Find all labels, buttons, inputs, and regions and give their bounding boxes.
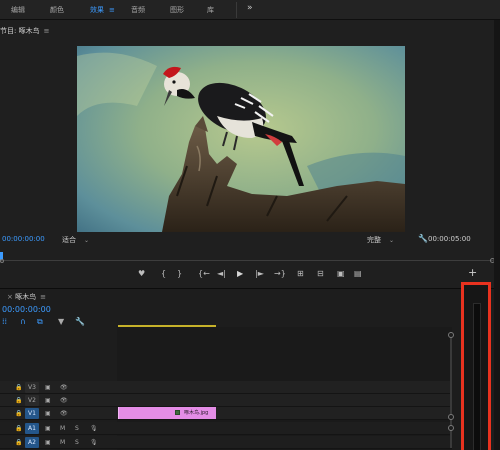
program-scrub-bar[interactable] bbox=[0, 252, 500, 266]
snap-icon[interactable]: ⁞⁞ bbox=[2, 317, 7, 326]
lock-icon[interactable]: 🔒 bbox=[15, 423, 22, 434]
eye-icon[interactable]: 👁 bbox=[60, 408, 68, 419]
lock-icon[interactable]: 🔒 bbox=[15, 408, 22, 419]
program-duration-timecode: 00:00:05:00 bbox=[428, 235, 471, 243]
track-row-a1: 🔒 A1 ▣ M S 🎙 bbox=[0, 422, 452, 435]
tab-color[interactable]: 颜色 bbox=[50, 5, 64, 15]
eye-icon[interactable]: 👁 bbox=[60, 382, 68, 393]
eye-icon[interactable]: 👁 bbox=[60, 395, 68, 406]
wrench-icon[interactable]: 🔧 bbox=[418, 234, 428, 243]
step-forward-icon[interactable]: |► bbox=[255, 268, 264, 280]
program-menu-icon[interactable]: ≡ bbox=[44, 27, 50, 35]
film-icon[interactable]: ▣ bbox=[45, 395, 51, 406]
camera-icon[interactable]: ▣ bbox=[337, 268, 345, 280]
track-target-v2[interactable]: V2 bbox=[25, 395, 39, 406]
tab-audio[interactable]: 音频 bbox=[131, 5, 145, 15]
mark-out-icon[interactable]: } bbox=[177, 268, 182, 280]
mic-icon[interactable]: 🎙 bbox=[90, 437, 98, 448]
link-icon[interactable]: ∩ bbox=[20, 317, 26, 326]
track-row-v1: 🔒 V1 ▣ 👁 bbox=[0, 407, 452, 420]
transport-controls: ♥ { } {← ◄| ▶ |► →} ⊞ ⊟ ▣ ▤ + bbox=[0, 266, 500, 282]
tab-edit[interactable]: 编辑 bbox=[11, 5, 25, 15]
play-icon[interactable]: ▶ bbox=[237, 268, 243, 280]
track-row-v2: 🔒 V2 ▣ 👁 bbox=[0, 394, 452, 407]
film-icon[interactable]: ▣ bbox=[45, 408, 51, 419]
mic-icon[interactable]: 🎙 bbox=[90, 423, 98, 434]
zoom-handle-bottom[interactable] bbox=[448, 425, 454, 431]
work-area-bar[interactable] bbox=[118, 325, 216, 327]
track-target-a1[interactable]: A1 bbox=[25, 423, 39, 434]
audio-meter[interactable] bbox=[473, 303, 481, 450]
film-icon[interactable]: ▣ bbox=[45, 382, 51, 393]
program-monitor: 节目: 啄木鸟 ≡ 00:00:00:00 适合 ⌄ 完整 ⌄ 🔧 00:00:… bbox=[0, 20, 500, 288]
tab-graphics[interactable]: 图形 bbox=[170, 5, 184, 15]
extract-icon[interactable]: ⊟ bbox=[317, 268, 324, 280]
compare-icon[interactable]: ▤ bbox=[354, 268, 362, 280]
quality-dropdown[interactable]: 完整 ⌄ bbox=[367, 235, 394, 245]
program-title[interactable]: 节目: 啄木鸟 bbox=[0, 27, 40, 35]
tab-libraries[interactable]: 库 bbox=[207, 5, 214, 15]
program-title-bar: 节目: 啄木鸟 ≡ bbox=[0, 26, 49, 36]
add-marker-icon[interactable]: ♥ bbox=[138, 268, 145, 280]
zoom-handle-mid[interactable] bbox=[448, 414, 454, 420]
settings-wrench-icon[interactable]: 🔧 bbox=[75, 317, 85, 326]
tab-effects[interactable]: 效果 ≡ bbox=[90, 5, 115, 15]
film-icon[interactable]: ▣ bbox=[45, 423, 51, 434]
program-current-timecode[interactable]: 00:00:00:00 bbox=[2, 235, 45, 243]
track-target-v3[interactable]: V3 bbox=[25, 382, 39, 393]
mute-button[interactable]: M bbox=[60, 423, 65, 434]
track-target-a2[interactable]: A2 bbox=[25, 437, 39, 448]
tab-divider bbox=[236, 2, 237, 18]
step-back-icon[interactable]: ◄| bbox=[217, 268, 226, 280]
lock-icon[interactable]: 🔒 bbox=[15, 382, 22, 393]
go-to-out-icon[interactable]: →} bbox=[274, 268, 286, 280]
lock-icon[interactable]: 🔒 bbox=[15, 437, 22, 448]
track-row-v3: 🔒 V3 ▣ 👁 bbox=[0, 381, 452, 394]
timeline-vertical-zoom[interactable] bbox=[448, 332, 454, 448]
solo-button[interactable]: S bbox=[75, 437, 79, 448]
more-workspaces-icon[interactable]: » bbox=[247, 3, 253, 13]
zoom-handle-left[interactable] bbox=[0, 259, 4, 263]
fit-dropdown[interactable]: 适合 ⌄ bbox=[62, 235, 89, 245]
sequence-timecode[interactable]: 00:00:00:00 bbox=[2, 305, 51, 314]
film-icon[interactable]: ▣ bbox=[45, 437, 51, 448]
mute-button[interactable]: M bbox=[60, 437, 65, 448]
sequence-tab[interactable]: × 啄木鸟 ≡ bbox=[4, 292, 46, 302]
chevron-down-icon: ⌄ bbox=[389, 237, 395, 244]
audio-meter-highlight bbox=[461, 282, 491, 450]
woodpecker-image bbox=[77, 46, 405, 232]
mark-in-icon[interactable]: { bbox=[161, 268, 166, 280]
clip-name: 啄木鸟.jpg bbox=[184, 410, 209, 416]
solo-button[interactable]: S bbox=[75, 423, 79, 434]
clip-woodpecker[interactable]: 啄木鸟.jpg bbox=[118, 407, 216, 419]
sequence-title: 啄木鸟 bbox=[15, 293, 37, 301]
fx-badge-icon bbox=[175, 410, 180, 415]
panel-edge bbox=[494, 20, 500, 450]
timeline-panel: × 啄木鸟 ≡ 00:00:00:00 ⁞⁞ ∩ ⧉ ▼ 🔧 🔒 V3 ▣ 👁 🔒… bbox=[0, 289, 500, 450]
program-video-frame[interactable] bbox=[77, 46, 405, 232]
add-marker-icon[interactable]: ▼ bbox=[58, 317, 64, 326]
zoom-handle-top[interactable] bbox=[448, 332, 454, 338]
add-button-icon[interactable]: + bbox=[468, 266, 477, 279]
scrub-track bbox=[0, 260, 496, 261]
linked-selection-icon[interactable]: ⧉ bbox=[37, 317, 43, 327]
go-to-in-icon[interactable]: {← bbox=[198, 268, 210, 280]
lock-icon[interactable]: 🔒 bbox=[15, 395, 22, 406]
tab-effects-menu-icon[interactable]: ≡ bbox=[109, 6, 115, 14]
tab-effects-label: 效果 bbox=[90, 6, 104, 14]
workspace-bar: 编辑 颜色 效果 ≡ 音频 图形 库 » bbox=[0, 0, 500, 20]
fit-dropdown-label: 适合 bbox=[62, 236, 76, 244]
sequence-menu-icon[interactable]: ≡ bbox=[40, 293, 46, 301]
track-target-v1[interactable]: V1 bbox=[25, 408, 39, 419]
quality-dropdown-label: 完整 bbox=[367, 236, 381, 244]
close-icon[interactable]: × bbox=[7, 293, 13, 301]
track-row-a2: 🔒 A2 ▣ M S 🎙 bbox=[0, 436, 452, 449]
lift-icon[interactable]: ⊞ bbox=[297, 268, 304, 280]
chevron-down-icon: ⌄ bbox=[84, 237, 90, 244]
